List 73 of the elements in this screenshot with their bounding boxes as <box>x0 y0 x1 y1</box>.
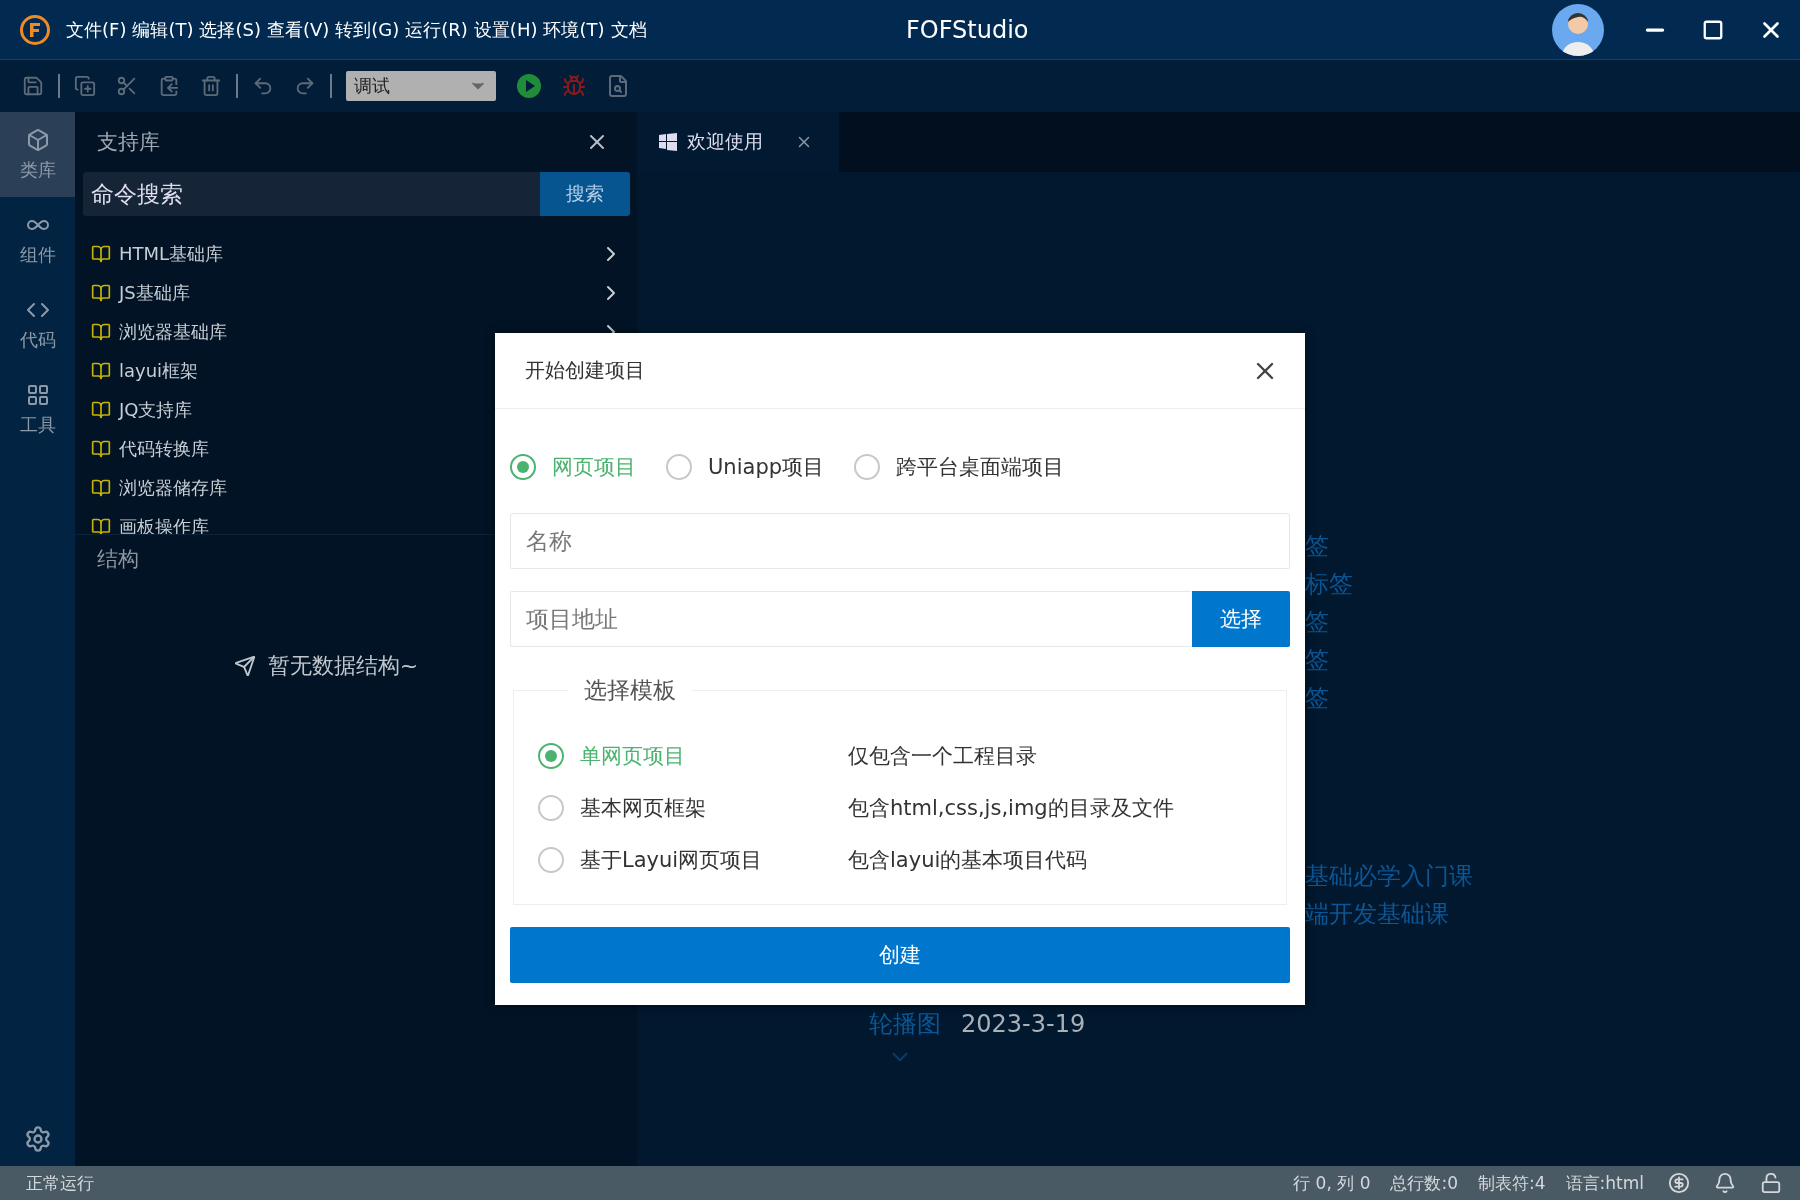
dollar-icon[interactable] <box>1668 1172 1690 1194</box>
avatar[interactable] <box>1552 3 1604 56</box>
activity-tab[interactable]: 代码 <box>0 282 75 367</box>
radio-option[interactable]: 基本网页框架 <box>538 794 848 822</box>
template-description: 仅包含一个工程目录 <box>848 743 1038 770</box>
date-text: 2023-3-19 <box>961 1010 1086 1038</box>
editor-tab[interactable]: 欢迎使用 <box>637 112 839 172</box>
library-item[interactable]: HTML基础库 <box>119 241 591 266</box>
book-icon <box>91 321 111 342</box>
status-item: 行 0, 列 0 <box>1293 1171 1371 1195</box>
activity-tab[interactable]: 工具 <box>0 367 75 452</box>
book-icon <box>91 282 111 303</box>
menu-item[interactable]: 文档 <box>610 17 647 42</box>
group-title: 选择模板 <box>583 676 677 705</box>
book-icon <box>91 360 111 381</box>
activity-tab[interactable]: 类库 <box>0 112 75 197</box>
radio-option[interactable]: 基于Layui网页项目 <box>538 846 848 874</box>
choose-button[interactable]: 选择 <box>1192 591 1290 647</box>
empty-message: 暂无数据结构~ <box>267 652 419 680</box>
menu-item[interactable]: 查看(V) <box>266 17 330 42</box>
panel-title: 支持库 <box>97 129 160 156</box>
section-title: 结构 <box>97 546 139 573</box>
bell-icon[interactable] <box>1714 1172 1736 1194</box>
radio-option[interactable]: Uniapp项目 <box>666 453 825 481</box>
save-icon[interactable] <box>22 75 44 97</box>
status-item: 总行数:0 <box>1390 1171 1458 1195</box>
windows-icon <box>659 133 677 151</box>
search-file-icon[interactable] <box>606 74 630 98</box>
activity-tab[interactable]: 组件 <box>0 197 75 282</box>
template-description: 包含layui的基本项目代码 <box>848 847 1089 874</box>
library-item[interactable]: JS基础库 <box>119 280 591 305</box>
activity-label: 类库 <box>19 157 56 182</box>
activity-label: 工具 <box>19 412 56 437</box>
menu-item[interactable]: 选择(S) <box>199 17 261 42</box>
maximize-icon[interactable] <box>1702 18 1724 41</box>
activity-label: 组件 <box>19 242 56 267</box>
grid-icon <box>25 382 50 407</box>
unlock-icon[interactable] <box>1760 1172 1782 1194</box>
cut-icon[interactable] <box>116 75 138 97</box>
mode-select[interactable]: 调试 <box>346 71 496 101</box>
cube-icon <box>25 127 50 152</box>
book-icon <box>91 438 111 459</box>
redo-icon[interactable] <box>294 75 316 97</box>
menu-item[interactable]: 文件(F) <box>66 17 127 42</box>
send-icon <box>233 655 256 677</box>
book-icon <box>91 516 111 534</box>
search-button[interactable]: 搜索 <box>540 172 630 216</box>
search-field[interactable]: 命令搜索 <box>83 172 540 216</box>
menu-item[interactable]: 编辑(T) <box>132 17 194 42</box>
status-item: 语言:html <box>1565 1171 1644 1195</box>
book-icon <box>91 399 111 420</box>
radio-option[interactable]: 跨平台桌面端项目 <box>854 453 1065 481</box>
dialog-title: 开始创建项目 <box>525 357 645 384</box>
name-field[interactable]: 名称 <box>510 513 1290 569</box>
play-icon[interactable] <box>516 73 542 99</box>
paste-icon[interactable] <box>158 75 180 97</box>
menu-item[interactable]: 环境(T) <box>543 17 605 42</box>
app-logo <box>20 14 50 45</box>
activity-label: 代码 <box>19 327 56 352</box>
book-icon <box>91 477 111 498</box>
template-description: 包含html,css,js,img的目录及文件 <box>848 795 1175 822</box>
menu-item[interactable]: 设置(H) <box>473 17 538 42</box>
menu-item[interactable]: 转到(G) <box>335 17 400 42</box>
delete-icon[interactable] <box>200 75 222 97</box>
window-title: FOFStudio <box>905 15 1030 44</box>
address-field[interactable]: 项目地址 <box>510 591 1192 647</box>
book-icon <box>91 243 111 264</box>
status-text: 正常运行 <box>26 1171 94 1195</box>
undo-icon[interactable] <box>252 75 274 97</box>
status-item: 制表符:4 <box>1478 1171 1546 1195</box>
add-icon[interactable] <box>74 75 96 97</box>
create-button[interactable]: 创建 <box>510 927 1290 983</box>
menu-item[interactable]: 运行(R) <box>405 17 468 42</box>
